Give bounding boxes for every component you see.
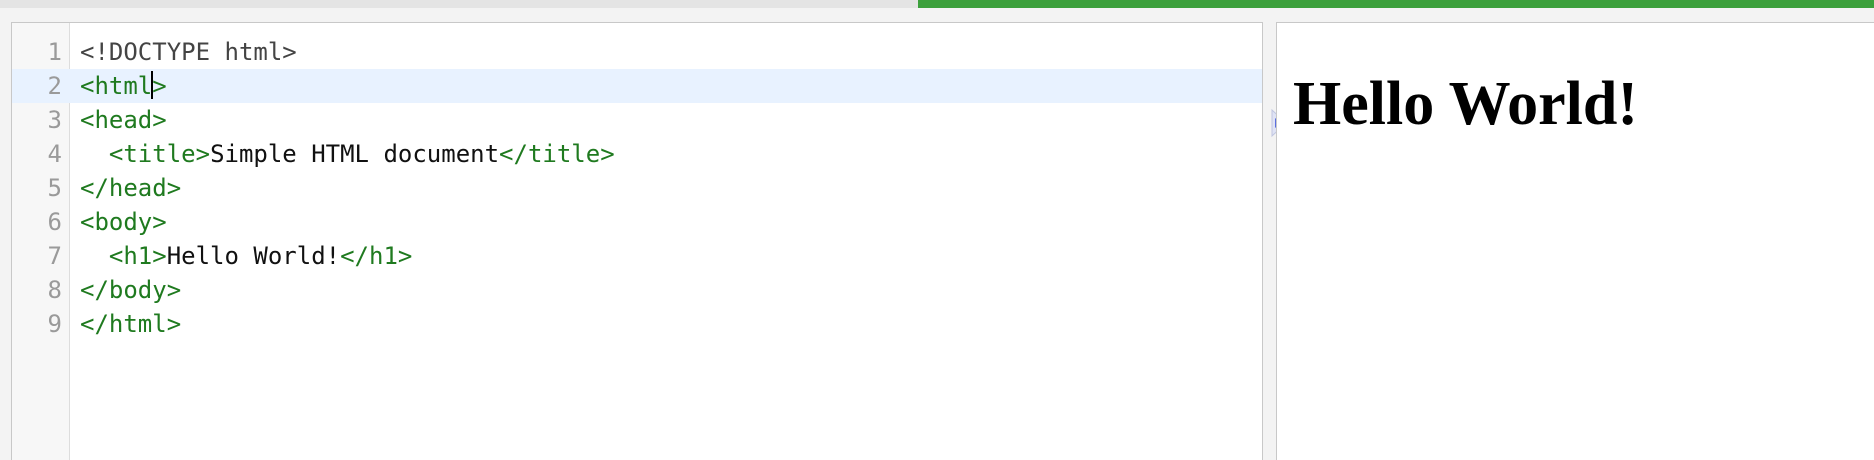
syntax-tag-token: <title> bbox=[108, 140, 211, 168]
syntax-tag-token: </body> bbox=[80, 276, 182, 304]
html-editor-app: 1 <!DOCTYPE html> 2 <html> 3 <head> 4 <title>S… bbox=[0, 0, 1874, 460]
syntax-tag-token: <html bbox=[80, 72, 153, 100]
line-code[interactable]: <title>Simple HTML document</title> bbox=[80, 137, 615, 171]
line-code[interactable]: <html> bbox=[80, 69, 167, 103]
code-line[interactable]: 9 </html> bbox=[12, 307, 1262, 341]
line-number: 1 bbox=[47, 38, 62, 66]
code-line[interactable]: 5 </head> bbox=[12, 171, 1262, 205]
line-code[interactable]: <head> bbox=[80, 103, 167, 137]
code-line[interactable]: 4 <title>Simple HTML document</title> bbox=[12, 137, 1262, 171]
code-line[interactable]: 1 <!DOCTYPE html> bbox=[12, 35, 1262, 69]
line-code[interactable]: <body> bbox=[80, 205, 167, 239]
code-line[interactable]: 7 <h1>Hello World!</h1> bbox=[12, 239, 1262, 273]
pane-splitter[interactable] bbox=[1263, 22, 1276, 460]
progress-bar bbox=[0, 0, 1874, 8]
syntax-text-token bbox=[80, 242, 109, 270]
code-area[interactable]: 1 <!DOCTYPE html> 2 <html> 3 <head> 4 <title>S… bbox=[12, 35, 1262, 341]
preview-pane: Hello World! bbox=[1276, 22, 1874, 460]
line-number: 9 bbox=[47, 310, 62, 338]
line-code[interactable]: </html> bbox=[80, 307, 181, 341]
progress-bar-fill bbox=[918, 0, 1874, 8]
line-code[interactable]: <h1>Hello World!</h1> bbox=[80, 239, 412, 273]
syntax-text-token: Simple HTML document bbox=[210, 140, 500, 168]
syntax-tag-token: </h1> bbox=[340, 242, 413, 270]
code-line[interactable]: 8 </body> bbox=[12, 273, 1262, 307]
syntax-doctype-token: <!DOCTYPE html> bbox=[80, 38, 297, 66]
line-number: 2 bbox=[47, 72, 62, 100]
syntax-tag-token: > bbox=[152, 72, 167, 100]
line-code[interactable]: </body> bbox=[80, 273, 181, 307]
line-number: 5 bbox=[47, 174, 62, 202]
line-number: 7 bbox=[47, 242, 62, 270]
line-number: 8 bbox=[47, 276, 62, 304]
syntax-text-token: Hello World! bbox=[166, 242, 341, 270]
line-code[interactable]: </head> bbox=[80, 171, 181, 205]
code-line[interactable]: 2 <html> bbox=[12, 69, 1262, 103]
line-number: 6 bbox=[47, 208, 62, 236]
syntax-tag-token: </title> bbox=[499, 140, 615, 168]
code-editor[interactable]: 1 <!DOCTYPE html> 2 <html> 3 <head> 4 <title>S… bbox=[11, 22, 1263, 460]
syntax-tag-token: </head> bbox=[80, 174, 182, 202]
syntax-tag-token: </html> bbox=[80, 310, 182, 338]
code-line[interactable]: 3 <head> bbox=[12, 103, 1262, 137]
code-line[interactable]: 6 <body> bbox=[12, 205, 1262, 239]
line-number: 4 bbox=[47, 140, 62, 168]
syntax-text-token bbox=[80, 140, 109, 168]
syntax-tag-token: <body> bbox=[80, 208, 167, 236]
preview-heading: Hello World! bbox=[1293, 70, 1639, 138]
line-number: 3 bbox=[47, 106, 62, 134]
line-code[interactable]: <!DOCTYPE html> bbox=[80, 35, 297, 69]
syntax-tag-token: <h1> bbox=[108, 242, 167, 270]
syntax-tag-token: <head> bbox=[80, 106, 167, 134]
